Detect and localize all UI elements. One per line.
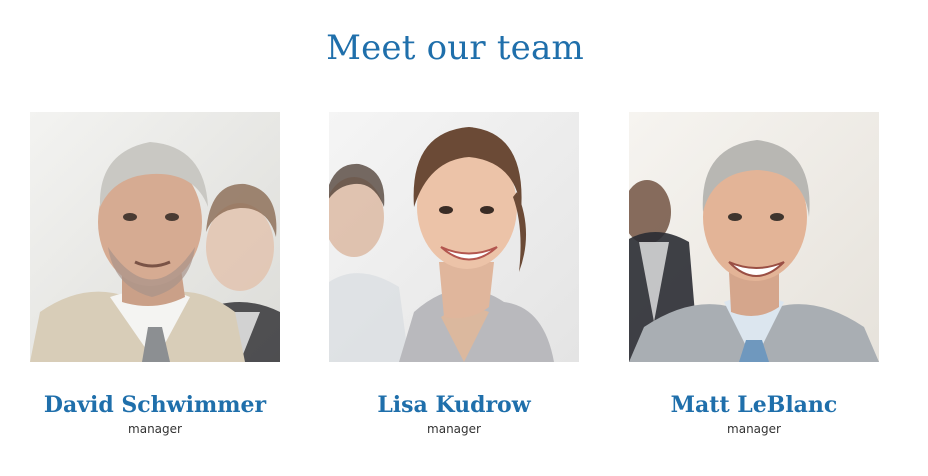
section-title: Meet our team	[326, 28, 584, 68]
team-member-photo	[329, 112, 579, 362]
team-member-role: manager	[128, 422, 182, 436]
team-member-name: Matt LeBlanc	[670, 392, 838, 418]
team-member-card: Lisa Kudrow manager	[329, 112, 579, 436]
team-member-card: David Schwimmer manager	[30, 112, 280, 436]
team-member-card: Matt LeBlanc manager	[629, 112, 879, 436]
team-member-role: manager	[727, 422, 781, 436]
team-member-name: Lisa Kudrow	[377, 392, 531, 418]
team-member-role: manager	[427, 422, 481, 436]
team-member-photo	[30, 112, 280, 362]
team-member-name: David Schwimmer	[43, 392, 267, 418]
team-member-photo	[629, 112, 879, 362]
